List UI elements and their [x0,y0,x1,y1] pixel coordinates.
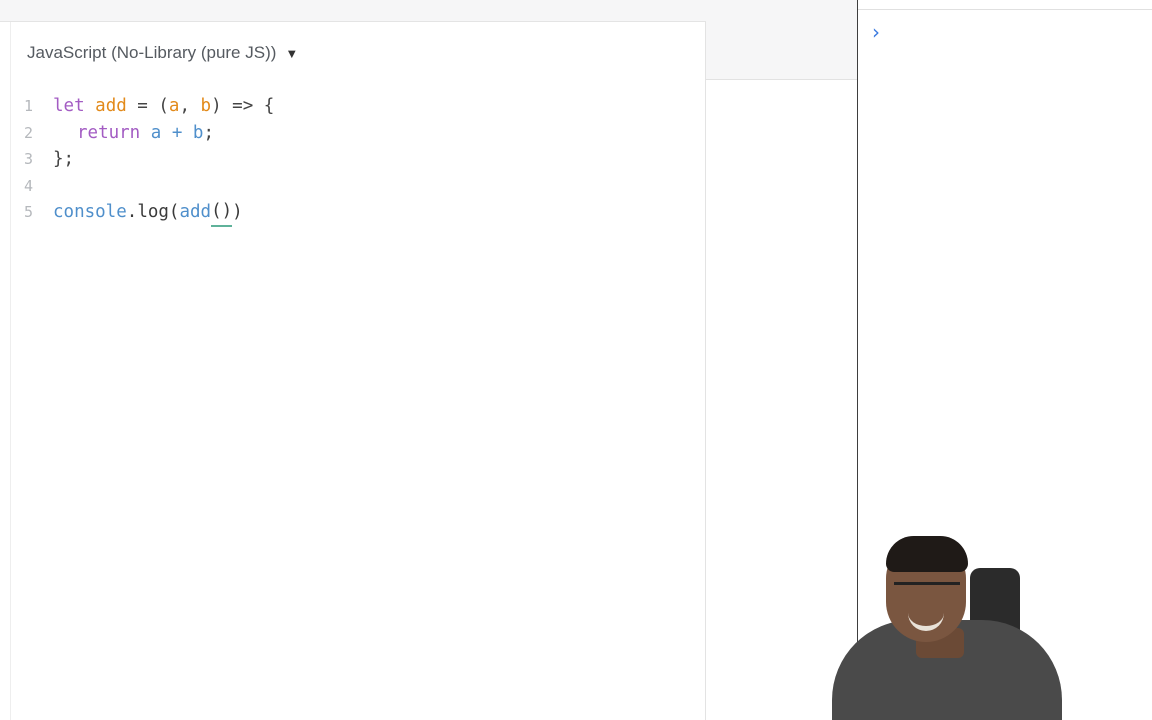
middle-panel-header [706,0,857,80]
line-number: 1 [23,97,33,115]
code-token: . [126,202,138,222]
code-token: ) => { [211,96,275,116]
code-token: a + b [140,122,204,143]
code-area[interactable]: 1 let add = (a, b) => { 2 return a + b; … [0,93,700,227]
code-token: }; [53,149,75,169]
code-token: = ( [126,96,169,116]
code-token: ( [168,202,180,222]
dropdown-arrow-icon: ▼ [285,45,299,61]
code-token: a [168,96,180,116]
code-line-3: 3 }; [0,146,700,173]
person-hair-shape [886,536,968,572]
code-token: let [53,96,85,116]
code-line-5: 5 console. log(add()) [0,198,700,227]
code-line-4: 4 [0,173,700,200]
code-token: return [77,122,141,143]
text-cursor-position: () [211,198,233,227]
glasses-shape [894,582,960,601]
code-token: b [200,96,212,116]
code-token: add [95,96,127,116]
editor-top-bar [0,0,706,22]
code-token: ; [203,122,214,143]
code-line-2: 2 return a + b; [0,120,700,147]
code-token: ) [232,202,243,222]
code-token: , [179,96,201,116]
code-line-1: 1 let add = (a, b) => { [0,93,700,120]
line-number: 3 [23,150,33,168]
line-number: 5 [23,203,33,221]
code-token: log [137,202,169,222]
language-label: JavaScript (No-Library (pure JS)) [27,43,277,62]
code-token: console [53,202,127,222]
chevron-right-icon[interactable]: › [872,20,880,44]
code-editor-pane: JavaScript (No-Library (pure JS)) ▼ 1 le… [0,0,706,720]
line-number: 4 [23,176,33,195]
console-divider [858,9,1152,10]
line-number: 2 [23,123,33,142]
webcam-overlay [828,528,1068,720]
code-token: add [179,202,212,222]
language-selector[interactable]: JavaScript (No-Library (pure JS)) ▼ [27,41,298,65]
